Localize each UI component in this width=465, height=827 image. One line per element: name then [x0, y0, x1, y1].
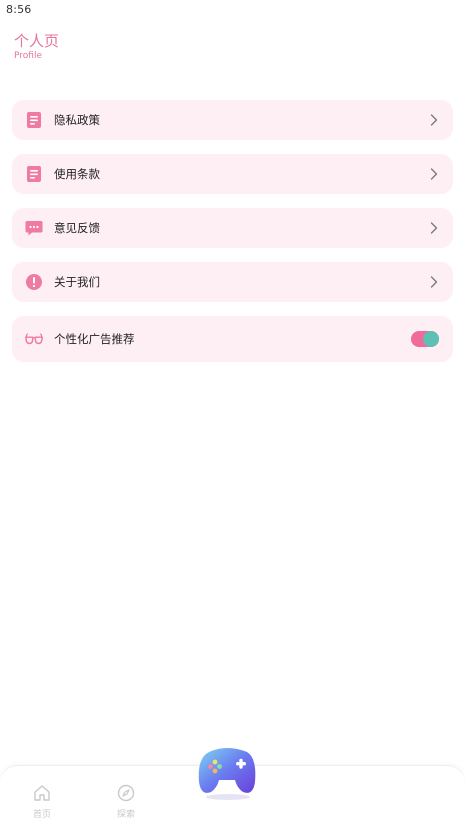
personalized-ads-toggle[interactable]: [411, 331, 439, 347]
nav-item-discover[interactable]: 探索: [106, 784, 146, 820]
profile-screen: 8:56 个人页 Profile 隐私政策 使用条款 意见反馈 关于我们 个性化…: [0, 0, 465, 827]
home-icon: [33, 784, 51, 806]
center-game-button[interactable]: [195, 742, 259, 802]
info-circle-icon: [25, 273, 43, 291]
chevron-right-icon: [429, 113, 439, 127]
glasses-icon: [25, 330, 43, 348]
toggle-knob: [423, 331, 439, 347]
chevron-right-icon: [429, 275, 439, 289]
menu-item-privacy-policy[interactable]: 隐私政策: [12, 100, 453, 140]
compass-icon: [117, 784, 135, 806]
menu-item-label: 使用条款: [54, 167, 100, 181]
document-icon: [25, 111, 43, 129]
menu-item-about-us[interactable]: 关于我们: [12, 262, 453, 302]
menu-item-terms-of-use[interactable]: 使用条款: [12, 154, 453, 194]
menu-item-label: 意见反馈: [54, 221, 100, 235]
menu-item-personalized-ads: 个性化广告推荐: [12, 316, 453, 362]
menu-item-label: 个性化广告推荐: [54, 332, 135, 346]
menu-item-label: 隐私政策: [54, 113, 100, 127]
page-subtitle: Profile: [14, 51, 42, 61]
document-icon: [25, 165, 43, 183]
gamepad-icon: [195, 748, 259, 806]
menu-item-label: 关于我们: [54, 275, 100, 289]
status-bar-time: 8:56: [6, 3, 32, 16]
menu-item-feedback[interactable]: 意见反馈: [12, 208, 453, 248]
nav-item-home[interactable]: 首页: [22, 784, 62, 820]
chat-bubble-icon: [25, 219, 43, 237]
nav-label-discover: 探索: [116, 810, 135, 820]
page-title: 个人页: [14, 32, 60, 50]
settings-menu: 隐私政策 使用条款 意见反馈 关于我们 个性化广告推荐: [12, 100, 453, 376]
nav-label-home: 首页: [32, 810, 51, 820]
chevron-right-icon: [429, 221, 439, 235]
chevron-right-icon: [429, 167, 439, 181]
